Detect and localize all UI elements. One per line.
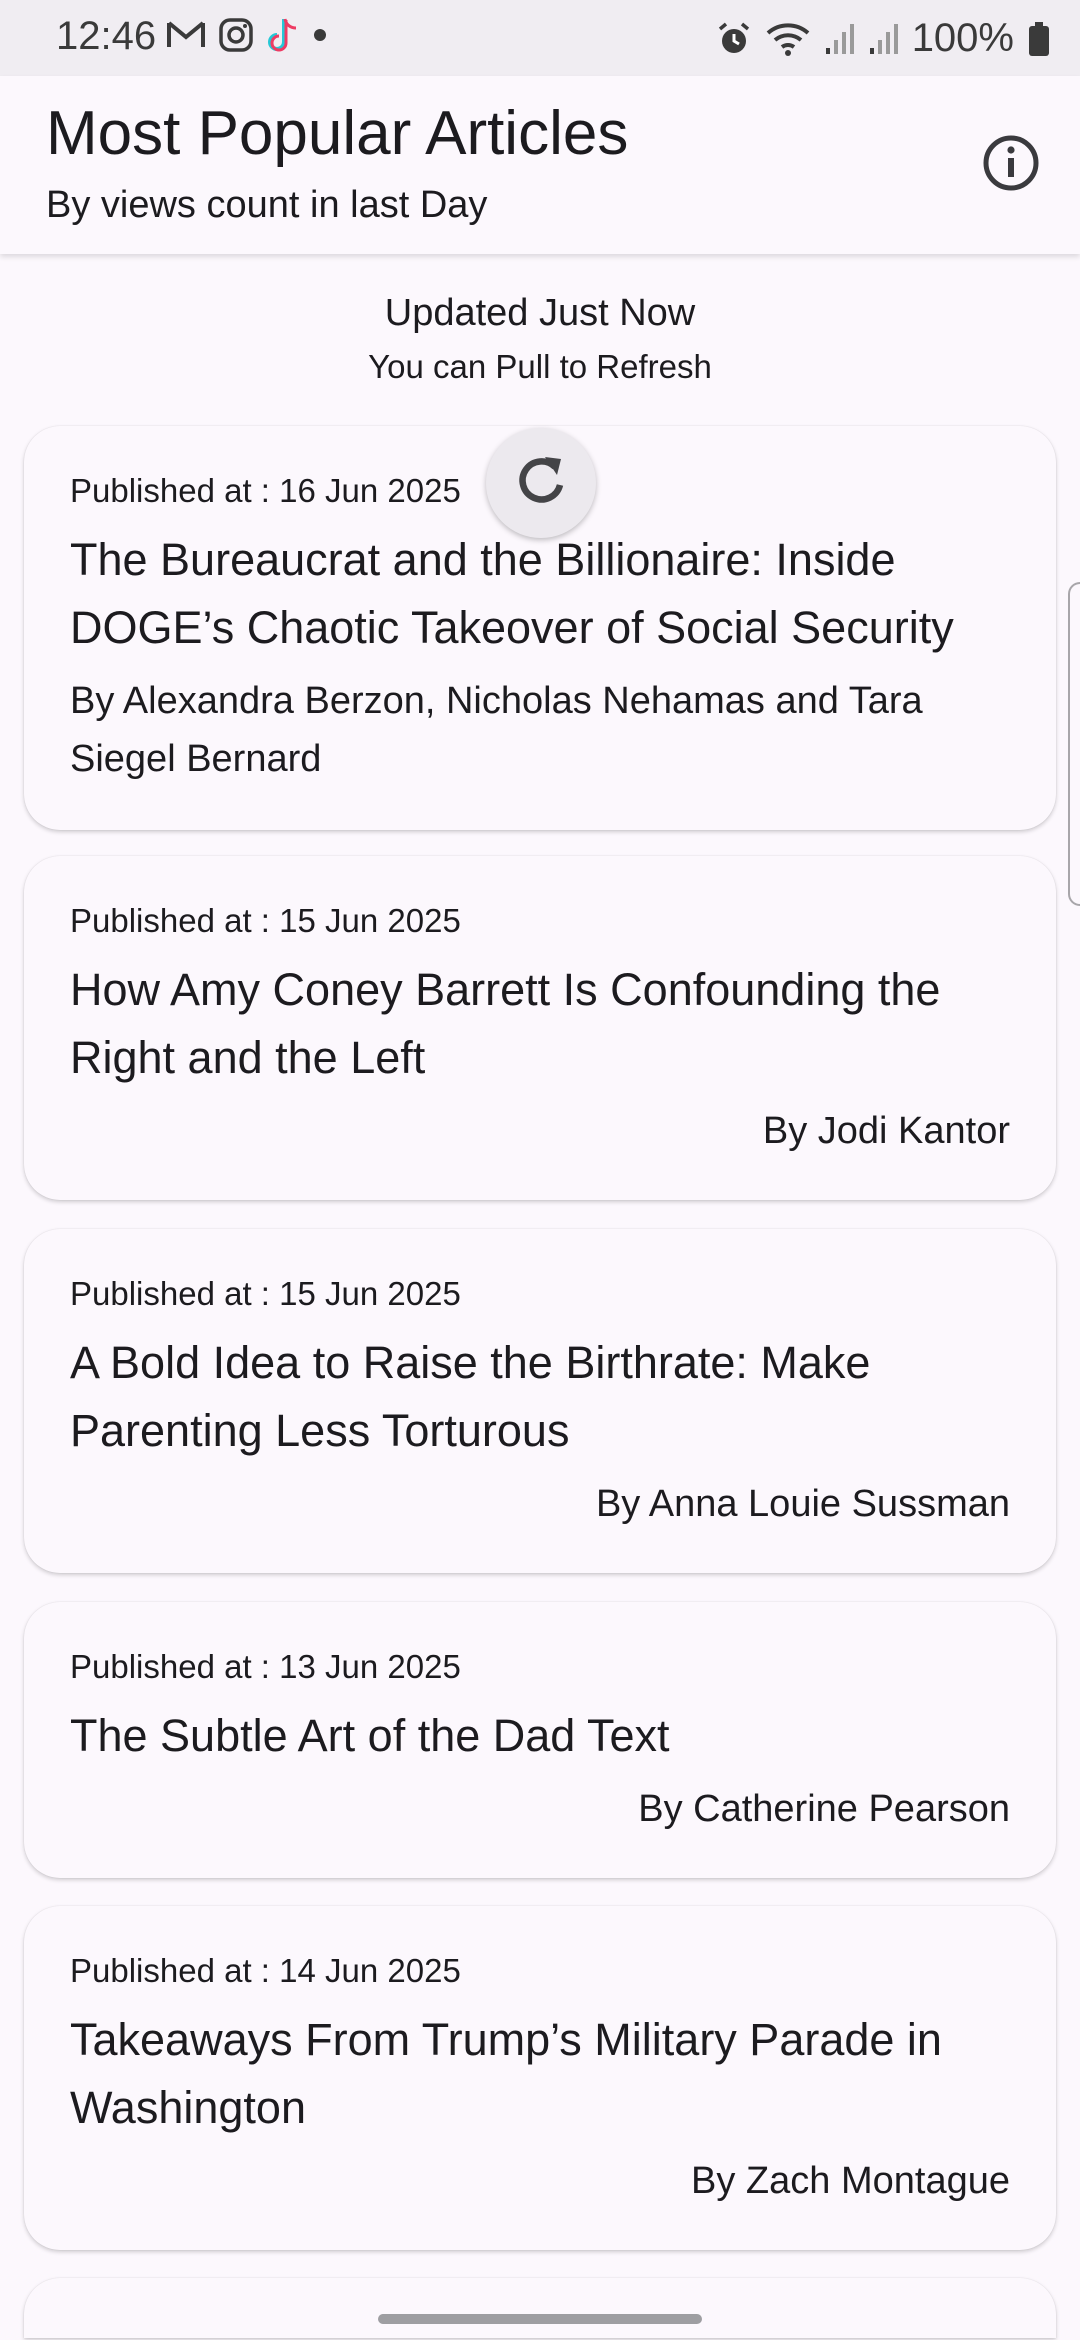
notification-icons	[166, 16, 328, 54]
battery-percentage: 100%	[911, 16, 1014, 60]
article-author: By Alexandra Berzon, Nicholas Nehamas an…	[70, 680, 923, 780]
article-card-partial[interactable]	[24, 2278, 1056, 2338]
article-author: By Catherine Pearson	[638, 1788, 1010, 1830]
article-date: Published at : 15 Jun 2025	[70, 1275, 461, 1312]
system-icons: 100%	[716, 16, 1050, 61]
article-author: By Anna Louie Sussman	[595, 1483, 1010, 1525]
gmail-icon	[166, 19, 206, 51]
signal-icon	[868, 22, 898, 56]
wifi-icon	[766, 21, 810, 57]
dot-icon	[312, 27, 328, 43]
article-title: Takeaways From Trump’s Military Parade i…	[70, 2014, 942, 2133]
article-date: Published at : 14 Jun 2025	[70, 1952, 461, 1989]
app-bar: Most Popular Articles By views count in …	[0, 76, 1080, 254]
article-date: Published at : 15 Jun 2025	[70, 902, 461, 939]
article-title: How Amy Coney Barrett Is Confounding the…	[70, 964, 941, 1083]
article-title: The Bureaucrat and the Billionaire: Insi…	[70, 534, 954, 653]
article-author: By Zach Montague	[691, 2160, 1010, 2202]
instagram-icon	[218, 17, 254, 53]
article-title: The Subtle Art of the Dad Text	[70, 1710, 670, 1761]
status-time: 12:46	[56, 14, 157, 58]
page-subtitle: By views count in last Day	[46, 184, 488, 226]
refresh-hint: You can Pull to Refresh	[368, 348, 712, 385]
refresh-indicator	[486, 428, 596, 538]
alarm-icon	[716, 21, 752, 57]
article-date: Published at : 16 Jun 2025	[70, 472, 461, 509]
status-bar: 12:46 100%	[0, 0, 1080, 76]
signal-icon	[824, 22, 854, 56]
info-icon	[981, 133, 1041, 198]
article-date: Published at : 13 Jun 2025	[70, 1648, 461, 1685]
battery-icon	[1028, 21, 1050, 57]
article-title: A Bold Idea to Raise the Birthrate: Make…	[70, 1337, 871, 1456]
page-title: Most Popular Articles	[46, 99, 629, 168]
article-card[interactable]: Published at : 13 Jun 2025 The Subtle Ar…	[24, 1602, 1056, 1878]
refresh-icon	[511, 451, 571, 516]
scrollbar[interactable]	[1068, 582, 1080, 906]
article-author: By Jodi Kantor	[762, 1110, 1010, 1152]
tiktok-icon	[266, 16, 300, 54]
article-card[interactable]: Published at : 15 Jun 2025 How Amy Coney…	[24, 856, 1056, 1200]
refresh-status: Updated Just Now	[384, 292, 696, 334]
article-card[interactable]: Published at : 15 Jun 2025 A Bold Idea t…	[24, 1229, 1056, 1573]
article-card[interactable]: Published at : 14 Jun 2025 Takeaways Fro…	[24, 1906, 1056, 2250]
home-indicator[interactable]	[378, 2314, 702, 2324]
info-button[interactable]	[968, 122, 1054, 208]
